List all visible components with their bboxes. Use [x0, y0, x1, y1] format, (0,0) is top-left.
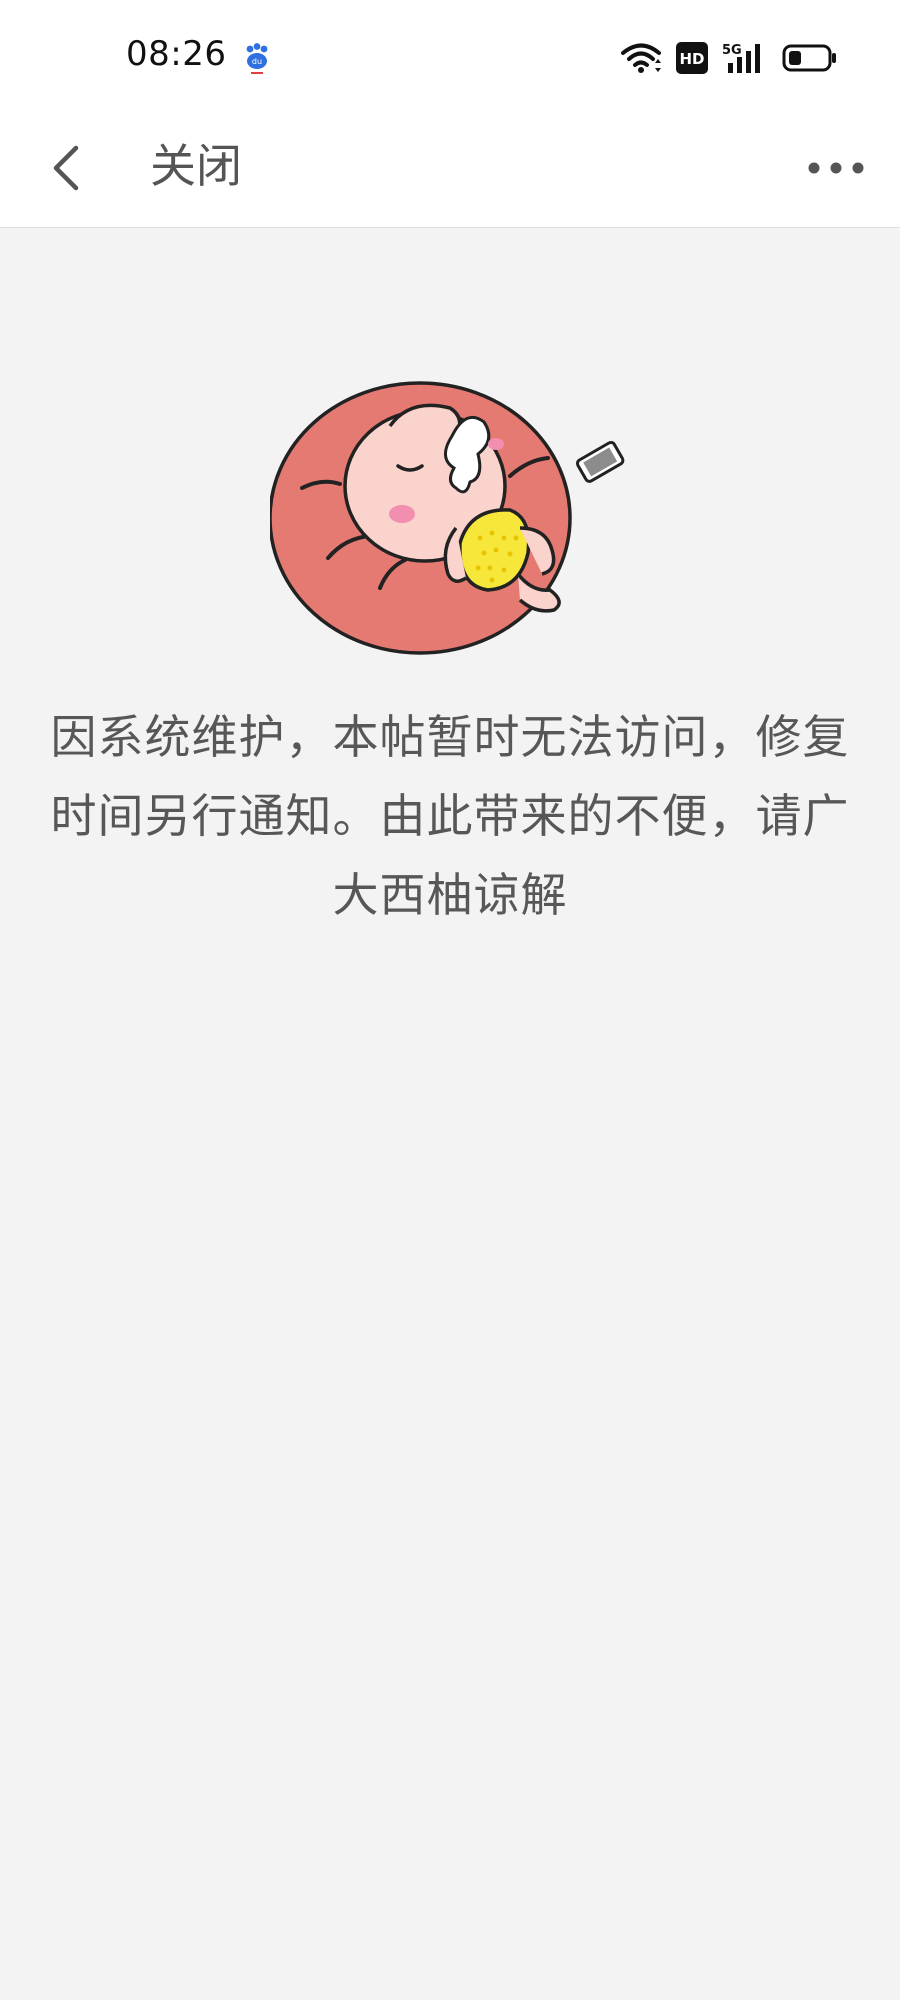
close-button[interactable]: 关闭	[150, 136, 242, 196]
sleeping-cartoon-illustration	[270, 381, 625, 655]
svg-text:5G: 5G	[722, 43, 742, 58]
baidu-paw-icon: du	[246, 43, 268, 74]
more-dots-icon[interactable]	[804, 138, 868, 198]
status-icons: HD 5G	[620, 38, 838, 78]
svg-text:HD: HD	[679, 50, 704, 68]
content-area: 因系统维护，本帖暂时无法访问，修复时间另行通知。由此带来的不便，请广大西柚谅解	[0, 228, 900, 2000]
maintenance-notice: 因系统维护，本帖暂时无法访问，修复时间另行通知。由此带来的不便，请广大西柚谅解	[50, 710, 850, 922]
battery-icon	[782, 44, 836, 72]
chevron-left-icon[interactable]	[44, 132, 94, 202]
hd-icon: HD	[676, 42, 708, 74]
status-bar: 08:26 du HD 5G	[0, 0, 900, 112]
wifi-icon	[621, 43, 661, 73]
nav-bar: 关闭	[0, 112, 900, 228]
5g-signal-icon: 5G	[722, 43, 760, 73]
svg-text:du: du	[252, 57, 262, 66]
status-time: 08:26	[126, 34, 227, 74]
